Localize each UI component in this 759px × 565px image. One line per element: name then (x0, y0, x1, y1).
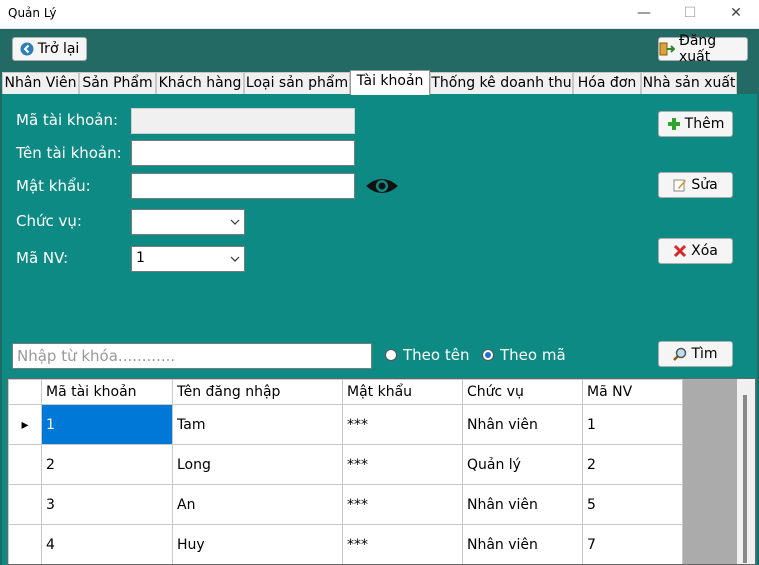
tab-strip: Nhân Viên Sản Phẩm Khách hàng Loại sản p… (0, 70, 759, 95)
table-cell[interactable]: Nhân viên (462, 404, 583, 445)
tab-revenue-statistics[interactable]: Thống kê doanh thu (430, 72, 573, 94)
role-label: Chức vụ: (16, 212, 82, 230)
tab-product-types[interactable]: Loại sản phẩm (244, 72, 350, 94)
table-cell[interactable]: 2 (41, 444, 173, 485)
table-header-row: Mã tài khoản Tên đăng nhập Mật khẩu Chức… (8, 379, 683, 405)
row-header[interactable] (8, 444, 42, 485)
table-cell[interactable]: *** (342, 444, 463, 485)
search-input[interactable]: Nhập từ khóa............ (12, 343, 372, 369)
username-field[interactable] (131, 140, 355, 166)
search-by-id-label: Theo mã (500, 346, 566, 364)
logout-button[interactable]: Đăng xuất (658, 33, 748, 65)
scrollbar-thumb[interactable] (743, 395, 747, 563)
tab-customers[interactable]: Khách hàng (156, 72, 244, 94)
table-cell[interactable]: Quản lý (462, 444, 583, 485)
row-header[interactable] (8, 524, 42, 564)
table-cell[interactable]: 4 (41, 524, 173, 564)
top-toolbar: Trở lại Đăng xuất (0, 29, 759, 70)
maximize-button[interactable]: ☐ (667, 0, 713, 28)
close-button[interactable]: ✕ (713, 0, 759, 28)
table-cell[interactable]: Long (172, 444, 343, 485)
accounts-table[interactable]: Mã tài khoản Tên đăng nhập Mật khẩu Chức… (7, 378, 756, 565)
table-cell[interactable]: Nhân viên (462, 484, 583, 525)
column-header-username[interactable]: Tên đăng nhập (172, 379, 343, 405)
role-select[interactable] (131, 209, 245, 235)
tab-products[interactable]: Sản Phẩm (79, 72, 156, 94)
radio-dot (385, 349, 397, 361)
tab-invoices[interactable]: Hóa đơn (573, 72, 641, 94)
back-button-label: Trở lại (37, 41, 80, 57)
table-cell[interactable]: *** (342, 524, 463, 564)
logout-button-label: Đăng xuất (679, 33, 717, 65)
column-header-password[interactable]: Mật khẩu (342, 379, 463, 405)
chevron-down-icon (230, 215, 240, 231)
search-by-name-label: Theo tên (403, 346, 470, 364)
edit-button-label: Sửa (691, 177, 718, 193)
logout-icon (659, 42, 675, 56)
table-cell[interactable]: Huy (172, 524, 343, 564)
add-button-label: Thêm (684, 116, 725, 132)
table-cell[interactable]: 2 (582, 444, 683, 485)
table-cell[interactable]: 7 (582, 524, 683, 564)
back-button[interactable]: Trở lại (12, 37, 87, 61)
edit-pencil-icon (673, 178, 687, 192)
column-header-employee-id[interactable]: Mã NV (582, 379, 683, 405)
username-label: Tên tài khoản: (16, 144, 122, 162)
show-password-eye-icon[interactable] (365, 176, 399, 200)
plus-icon (667, 117, 681, 131)
search-by-id-radio[interactable]: Theo mã (482, 346, 566, 364)
row-header-corner (8, 379, 42, 405)
table-cell[interactable]: 1 (582, 404, 683, 445)
column-header-account-id[interactable]: Mã tài khoản (41, 379, 173, 405)
search-button[interactable]: Tìm (658, 341, 733, 367)
minimize-button[interactable]: — (621, 0, 667, 28)
column-header-role[interactable]: Chức vụ (462, 379, 583, 405)
tab-manufacturers[interactable]: Nhà sản xuất (641, 72, 737, 94)
table-row[interactable]: 3 An *** Nhân viên 5 (8, 484, 683, 525)
employee-id-label: Mã NV: (16, 249, 69, 267)
table-row[interactable]: 2 Long *** Quản lý 2 (8, 444, 683, 485)
add-button[interactable]: Thêm (658, 111, 733, 137)
radio-dot (482, 349, 494, 361)
table-vertical-scrollbar[interactable] (737, 379, 755, 564)
table-cell[interactable]: 3 (41, 484, 173, 525)
password-field[interactable] (131, 173, 355, 199)
chevron-down-icon (230, 252, 240, 268)
account-id-field[interactable] (131, 108, 355, 134)
account-id-label: Mã tài khoản: (16, 111, 119, 129)
table-cell[interactable]: An (172, 484, 343, 525)
table-row[interactable]: 4 Huy *** Nhân viên 7 (8, 524, 683, 564)
delete-button-label: Xóa (691, 243, 718, 259)
password-label: Mật khẩu: (16, 177, 91, 195)
table-cell[interactable]: 1 (41, 404, 173, 445)
account-panel: Mã tài khoản: Tên tài khoản: Mật khẩu: C… (2, 94, 757, 565)
search-by-name-radio[interactable]: Theo tên (385, 346, 469, 364)
table-row[interactable]: ▸ 1 Tam *** Nhân viên 1 (8, 404, 683, 445)
delete-button[interactable]: Xóa (658, 238, 733, 264)
table-cell[interactable]: *** (342, 484, 463, 525)
row-header[interactable] (8, 484, 42, 525)
table-cell[interactable]: *** (342, 404, 463, 445)
search-button-label: Tìm (691, 346, 718, 362)
table-cell[interactable]: Nhân viên (462, 524, 583, 564)
tab-employees[interactable]: Nhân Viên (2, 72, 79, 94)
edit-button[interactable]: Sửa (658, 172, 733, 198)
magnifier-icon (673, 347, 687, 361)
table-cell[interactable]: Tam (172, 404, 343, 445)
employee-id-select[interactable]: 1 (131, 246, 245, 272)
window-titlebar: Quản Lý — ☐ ✕ (0, 0, 759, 29)
tab-accounts[interactable]: Tài khoản (350, 70, 430, 95)
back-arrow-icon (20, 42, 34, 56)
employee-id-select-value: 1 (136, 250, 145, 266)
delete-x-icon (673, 244, 687, 258)
current-row-marker-icon: ▸ (8, 404, 42, 445)
window-title: Quản Lý (8, 6, 57, 20)
table-cell[interactable]: 5 (582, 484, 683, 525)
